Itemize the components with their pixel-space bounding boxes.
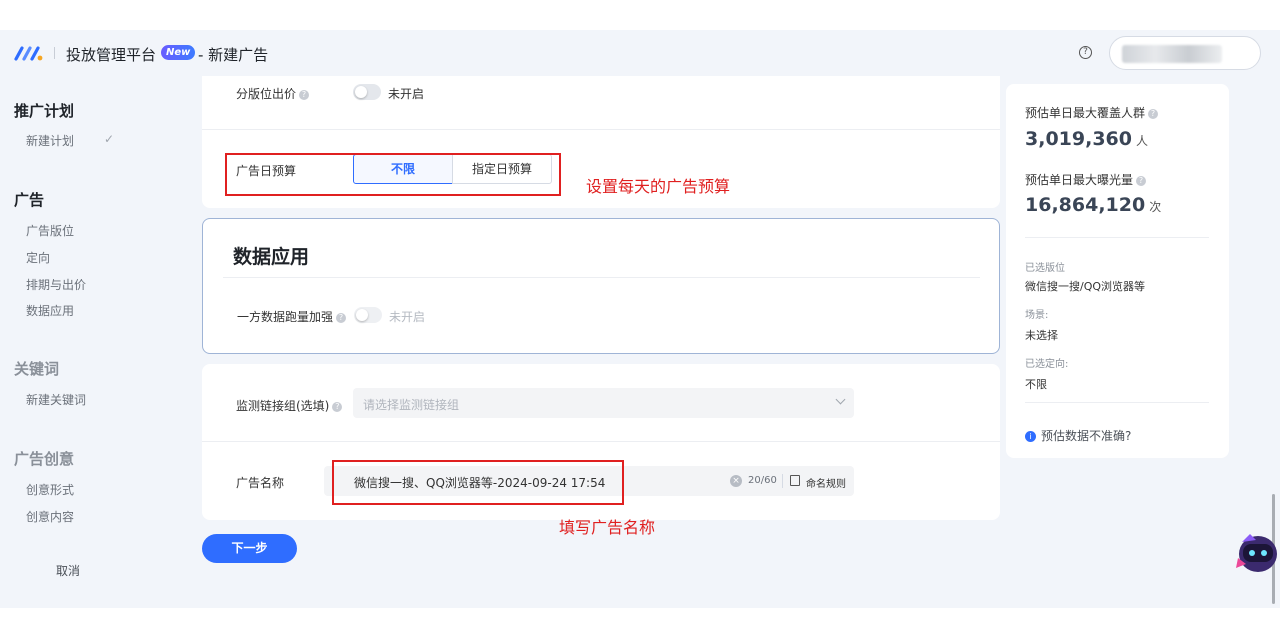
max-impr-label: 预估单日最大曝光量 [1025,173,1134,187]
scene-value: 未选择 [1025,329,1058,342]
split-bid-label: 分版位出价 [236,87,297,101]
placement-value: 微信搜一搜/QQ浏览器等 [1025,280,1146,293]
scene-label: 场景: [1025,310,1049,321]
assistant-robot-icon[interactable] [1234,528,1278,576]
info-icon: i [1025,431,1036,442]
sidebar-item-targeting[interactable]: 定向 [26,249,50,266]
clear-icon[interactable]: × [730,475,742,487]
max-reach-label: 预估单日最大覆盖人群 [1025,106,1146,120]
targeting-value: 不限 [1025,378,1047,391]
placement-label: 已选版位 [1025,263,1065,274]
annotation-box-ad-name [332,460,624,505]
app-title: 投放管理平台 [66,46,157,64]
platform-logo-icon [14,46,43,61]
question-icon[interactable]: ? [336,312,347,323]
monitor-placeholder: 请选择监测链接组 [363,398,460,412]
split-bid-toggle[interactable] [353,84,381,100]
sidebar-item-schedule-bid[interactable]: 排期与出价 [26,276,86,293]
sidebar-section-keywords[interactable]: 关键词 [14,358,59,379]
monitor-row: 监测链接组(选填)? [236,397,343,414]
sidebar-section-creative[interactable]: 广告创意 [14,448,74,469]
question-icon[interactable]: ? [1148,108,1159,119]
inaccurate-estimate-text: 预估数据不准确? [1041,429,1132,443]
first-party-state: 未开启 [389,310,426,324]
sidebar-item-creative-form[interactable]: 创意形式 [26,481,74,498]
annotation-box-budget [225,153,561,196]
first-party-row: 一方数据跑量加强? [237,308,347,325]
new-badge: New [161,45,196,60]
inaccurate-estimate-link[interactable]: i 预估数据不准确? [1025,427,1131,444]
max-impr-row: 预估单日最大曝光量? [1025,171,1147,188]
data-application-card: 数据应用 一方数据跑量加强? 未开启 [202,218,1000,354]
estimate-panel: 预估单日最大覆盖人群? 3,019,360 人 预估单日最大曝光量? 16,864… [1006,84,1229,458]
panel-divider [1025,402,1209,403]
max-reach-unit: 人 [1135,134,1148,148]
user-account-menu[interactable] [1109,36,1261,70]
first-party-toggle[interactable] [354,307,382,323]
max-reach-value: 3,019,360 人 [1025,128,1148,150]
annotation-budget: 设置每天的广告预算 [586,177,731,196]
question-icon[interactable]: ? [1136,175,1147,186]
question-icon[interactable]: ? [332,401,343,412]
first-party-label: 一方数据跑量加强 [237,310,334,324]
next-step-button[interactable]: 下一步 [202,534,297,563]
row-divider [202,129,1000,130]
help-icon[interactable]: ? [1079,46,1092,59]
sidebar-item-placement[interactable]: 广告版位 [26,222,74,239]
sidebar-item-new-plan[interactable]: 新建计划 [26,132,74,149]
naming-rule-link[interactable]: 命名规则 [806,475,846,490]
page-title: - 新建广告 [198,46,269,64]
max-impr-unit: 次 [1149,200,1162,214]
check-icon: ✓ [104,132,115,146]
data-application-title: 数据应用 [233,246,310,268]
row-divider [202,441,1000,442]
max-impr-value: 16,864,120 次 [1025,194,1161,216]
section-divider [223,277,980,278]
chevron-down-icon [835,394,846,405]
monitor-link-select[interactable]: 请选择监测链接组 [353,388,854,418]
panel-divider [1025,237,1209,238]
cancel-link[interactable]: 取消 [56,562,80,579]
sidebar-item-new-keyword[interactable]: 新建关键词 [26,391,86,408]
annotation-ad-name: 填写广告名称 [559,518,656,537]
monitor-label: 监测链接组(选填) [236,399,330,413]
sidebar-item-data-app[interactable]: 数据应用 [26,302,74,319]
logo-divider [54,47,55,59]
naming-rule-icon[interactable] [790,475,800,486]
ad-name-label: 广告名称 [236,476,285,490]
sidebar-item-creative-content[interactable]: 创意内容 [26,508,74,525]
max-impr-number: 16,864,120 [1025,194,1146,216]
max-reach-number: 3,019,360 [1025,128,1132,150]
max-reach-row: 预估单日最大覆盖人群? [1025,104,1159,121]
question-icon[interactable]: ? [299,89,310,100]
input-separator [782,474,783,488]
split-bid-row: 分版位出价? [236,85,310,102]
split-bid-state: 未开启 [388,87,425,101]
targeting-label: 已选定向: [1025,359,1069,370]
sidebar-section-plan[interactable]: 推广计划 [14,100,74,121]
sidebar-section-ad[interactable]: 广告 [14,189,44,210]
char-counter: 20/60 [748,475,777,486]
user-avatar-blurred [1122,45,1222,63]
